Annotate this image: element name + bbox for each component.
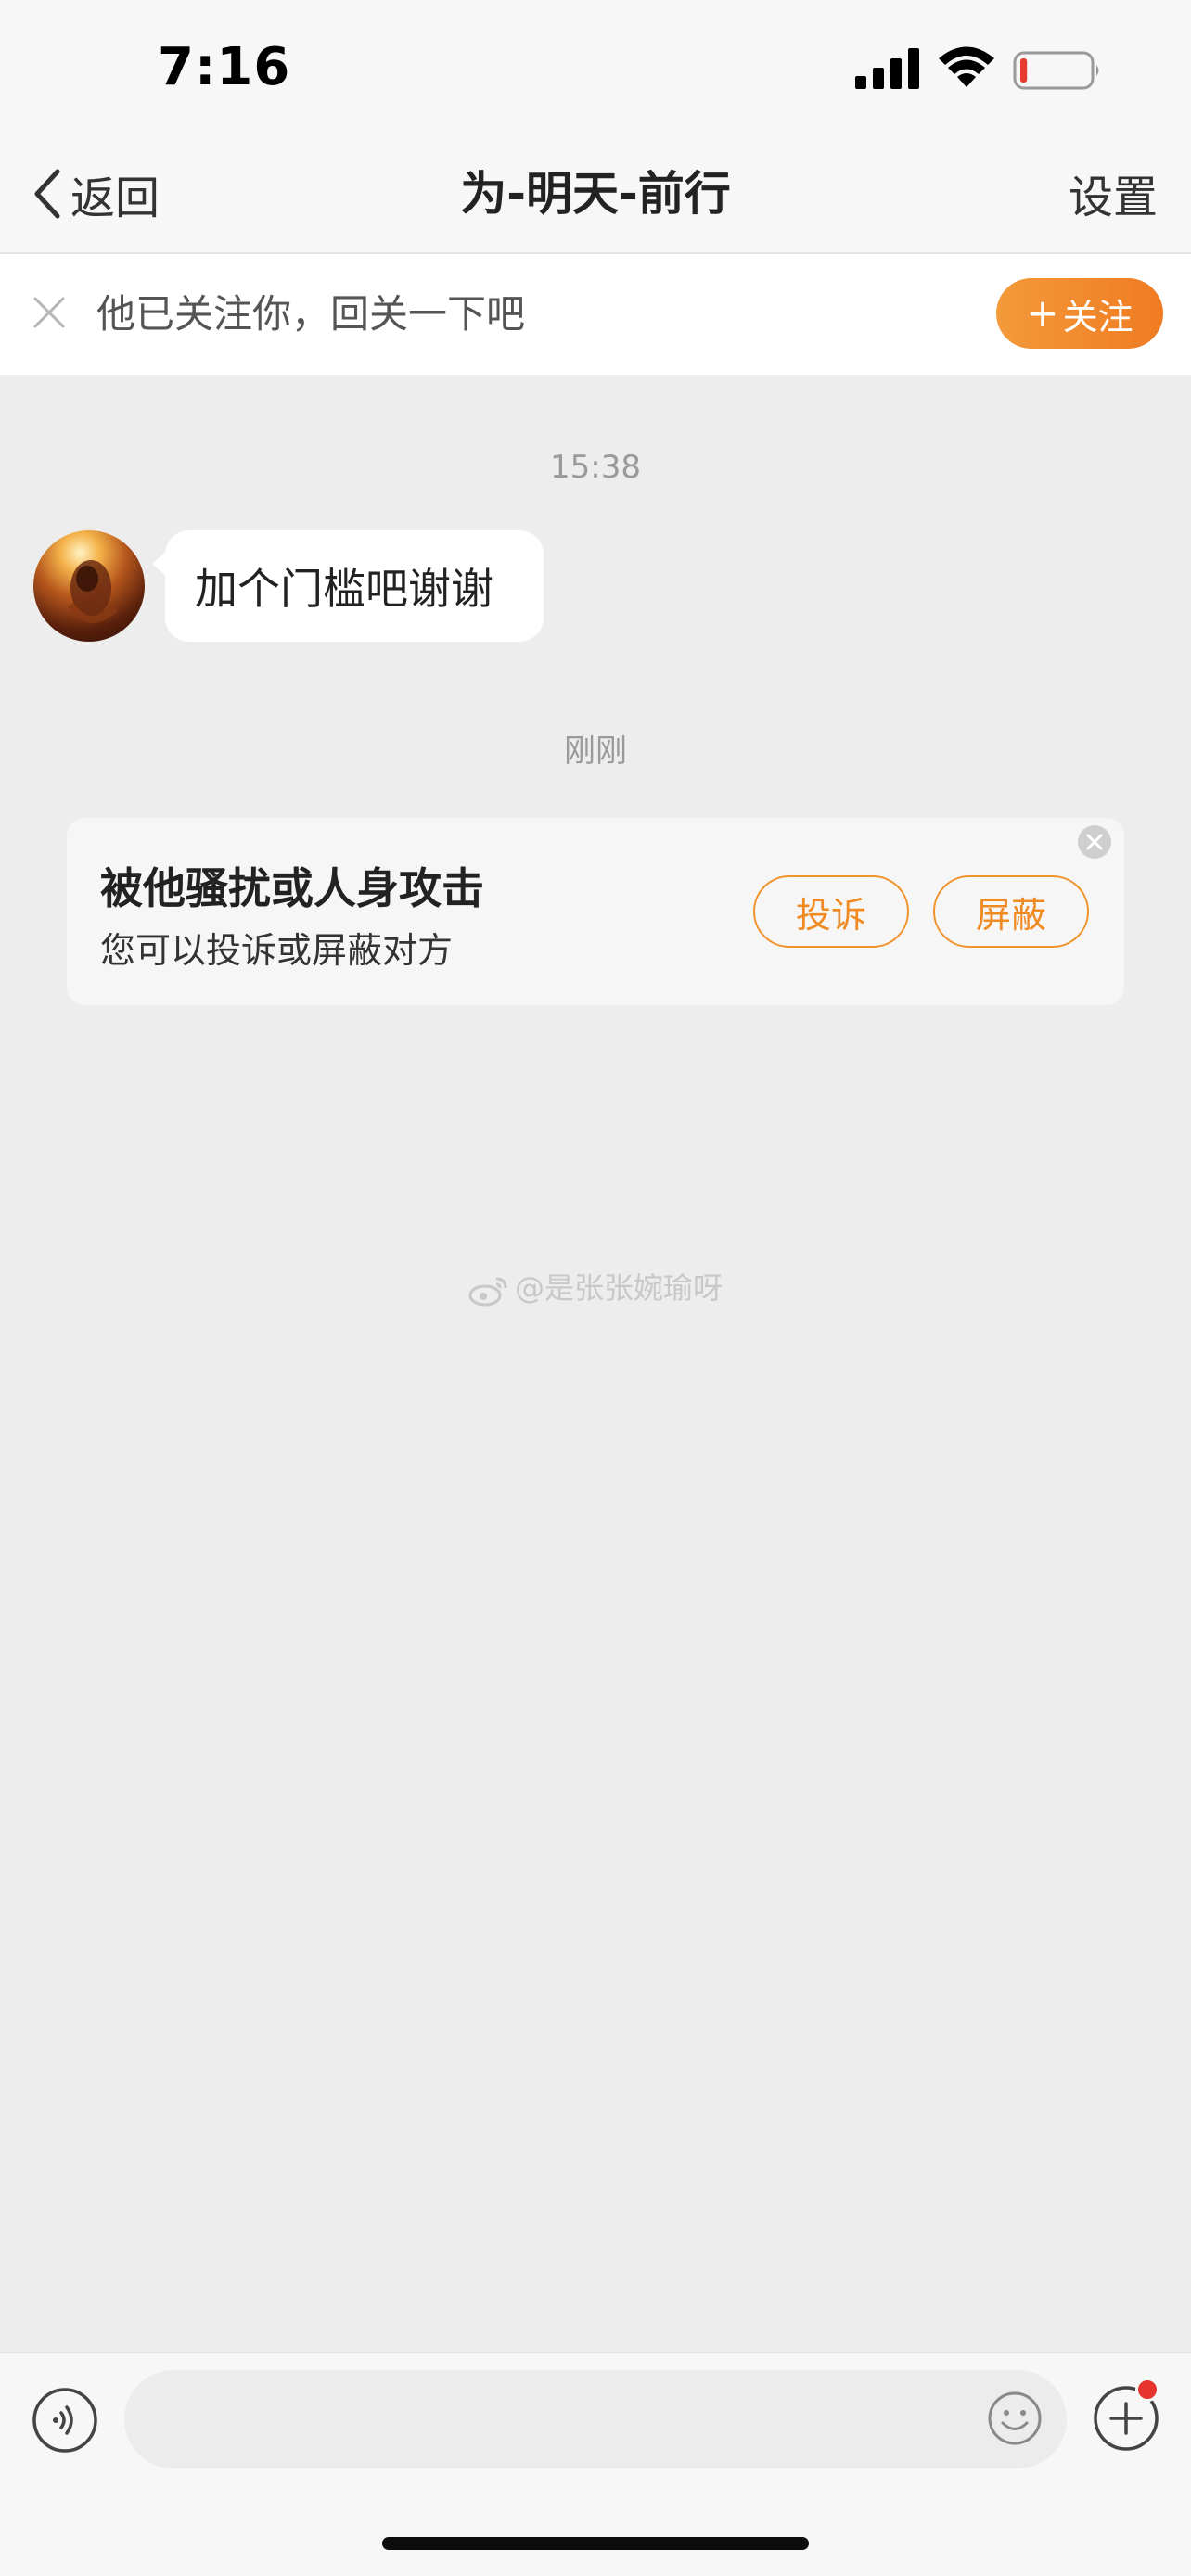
settings-button[interactable]: 设置 <box>1069 165 1158 230</box>
close-icon[interactable] <box>32 295 67 330</box>
complain-button[interactable]: 投诉 <box>753 875 909 948</box>
follow-back-text: 他已关注你，回关一下吧 <box>96 291 526 337</box>
battery-icon <box>1013 51 1099 90</box>
harassment-card: 被他骚扰或人身攻击 您可以投诉或屏蔽对方 投诉 屏蔽 <box>67 818 1124 1005</box>
home-indicator <box>382 2537 809 2550</box>
watermark: @是张张婉瑜呀 <box>0 1265 1191 1307</box>
page-title: 为-明天-前行 <box>460 167 731 221</box>
follow-label: 关注 <box>1062 296 1133 338</box>
navigation-bar: 返回 为-明天-前行 设置 <box>0 139 1191 254</box>
harassment-card-subtitle: 您可以投诉或屏蔽对方 <box>100 930 454 971</box>
voice-icon[interactable] <box>32 2387 98 2454</box>
block-button[interactable]: 屏蔽 <box>933 875 1089 948</box>
avatar[interactable] <box>33 530 145 642</box>
notification-dot <box>1135 2378 1159 2402</box>
watermark-text: @是张张婉瑜呀 <box>514 1270 723 1306</box>
follow-back-banner: 他已关注你，回关一下吧 + 关注 <box>0 254 1191 375</box>
wifi-icon <box>939 46 994 87</box>
avatar-image <box>67 560 118 624</box>
emoji-icon[interactable] <box>987 2391 1043 2446</box>
cellular-signal-icon <box>855 48 919 89</box>
message-timestamp: 刚刚 <box>564 733 627 770</box>
harassment-card-title: 被他骚扰或人身攻击 <box>100 863 484 913</box>
weibo-logo-icon <box>468 1277 507 1307</box>
plus-icon: + <box>1026 290 1059 336</box>
follow-button[interactable]: + 关注 <box>996 278 1163 349</box>
message-input[interactable] <box>124 2370 1067 2468</box>
close-icon[interactable] <box>1076 823 1113 861</box>
status-bar: 7:16 <box>0 0 1191 139</box>
status-time: 7:16 <box>158 37 291 97</box>
message-timestamp: 15:38 <box>550 449 641 486</box>
message-text: 加个门槛吧谢谢 <box>195 564 493 614</box>
message-bubble[interactable]: 加个门槛吧谢谢 <box>152 530 544 642</box>
